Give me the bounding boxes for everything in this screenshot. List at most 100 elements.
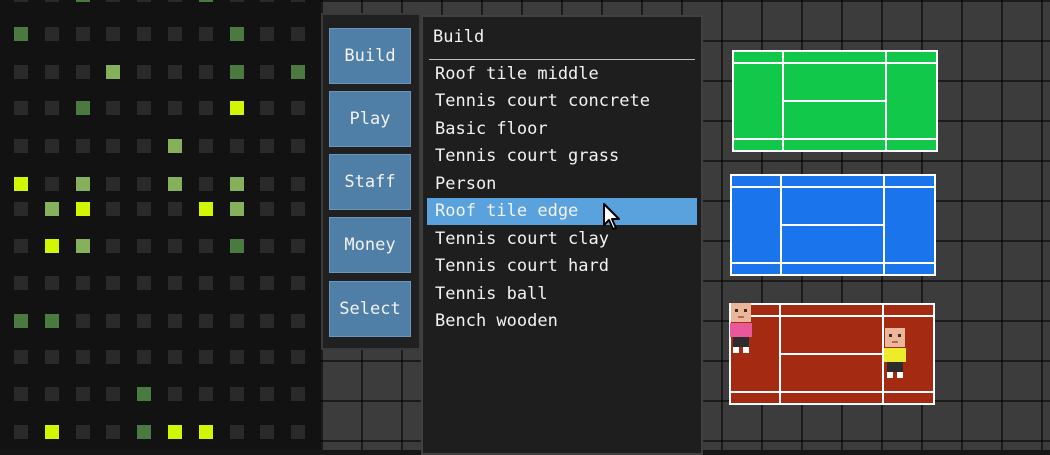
grid-cell [229,0,244,2]
money-button[interactable]: Money [329,217,411,273]
grid-cell [291,350,306,364]
build-item-basic-floor[interactable]: Basic floor [427,116,697,143]
grid-cell [75,350,90,364]
grid-cell [291,276,306,290]
grid-cell [260,425,275,439]
grid-cell [260,27,275,41]
grid-cell [198,425,213,439]
grid-cell [44,177,59,191]
build-item-bench-wooden[interactable]: Bench wooden [427,308,697,335]
main-menu: Build Play Staff Money Select [321,13,421,350]
court-hard[interactable] [730,174,936,276]
grid-cell [106,27,121,41]
grid-cell [75,314,90,328]
grid-cell [260,101,275,115]
grid-cell [137,202,152,216]
build-item-tennis-court-grass[interactable]: Tennis court grass [427,143,697,170]
grid-cell [260,65,275,79]
grid-cell [106,177,121,191]
build-item-tennis-court-clay[interactable]: Tennis court clay [427,226,697,253]
grid-cell [291,65,306,79]
grid-cell [106,139,121,153]
grid-cell [168,65,182,79]
player-pink-shirt [730,323,752,337]
build-item-roof-tile-edge[interactable]: Roof tile edge [427,198,697,225]
grid-cell [44,425,59,439]
grid-cell [260,314,275,328]
grid-cell [168,387,182,401]
build-list-divider [429,59,695,60]
grid-cell [44,27,59,41]
grid-cell [260,239,275,253]
grid-cell [75,276,90,290]
grid-cell [137,239,152,253]
grid-cell [75,65,90,79]
build-item-roof-tile-middle[interactable]: Roof tile middle [427,61,697,88]
grid-cell [14,314,28,328]
grid-cell [291,387,306,401]
grid-cell [198,239,213,253]
player-yellow-shirt [884,348,906,362]
grid-cell [198,101,213,115]
grid-cell [229,314,244,328]
grid-cell [168,314,182,328]
grid-cell [75,177,90,191]
grid-cell [291,139,306,153]
grid-cell [106,276,121,290]
grid-cell [106,314,121,328]
grid-cell [198,350,213,364]
grid-cell [260,0,275,2]
grid-cell [291,101,306,115]
grid-cell [14,0,28,2]
grid-cell [75,27,90,41]
grid-cell [137,177,152,191]
grid-cell [137,425,152,439]
grid-cell [14,177,28,191]
grid-cell [168,350,182,364]
grid-cell [198,314,213,328]
build-list-panel: Build Roof tile middle Tennis court conc… [421,15,703,455]
grid-cell [137,350,152,364]
grid-cell [137,314,152,328]
grid-cell [75,139,90,153]
player-pink[interactable] [728,303,754,355]
grid-cell [229,101,244,115]
grid-cell [229,27,244,41]
grid-cell [44,314,59,328]
grid-cell [168,276,182,290]
grid-cell [168,27,182,41]
grid-cell [14,27,28,41]
grid-cell [198,27,213,41]
staff-button[interactable]: Staff [329,154,411,210]
grid-cell [106,425,121,439]
grid-cell [44,387,59,401]
court-grass[interactable] [732,50,938,152]
build-item-tennis-court-concrete[interactable]: Tennis court concrete [427,88,697,115]
build-button[interactable]: Build [329,28,411,84]
select-button[interactable]: Select [329,281,411,337]
grid-cell [168,425,182,439]
grid-cell [198,65,213,79]
grid-cell [106,350,121,364]
grid-cell [106,101,121,115]
grid-cell [44,276,59,290]
grid-cell [198,139,213,153]
player-yellow[interactable] [882,328,908,380]
grid-cell [229,239,244,253]
grid-cell [168,0,182,2]
grid-cell [14,350,28,364]
build-item-tennis-court-hard[interactable]: Tennis court hard [427,253,697,280]
grid-cell [106,239,121,253]
play-button[interactable]: Play [329,91,411,147]
build-item-tennis-ball[interactable]: Tennis ball [427,281,697,308]
grid-cell [137,65,152,79]
grid-cell [137,0,152,2]
grid-cell [229,276,244,290]
grid-cell [291,202,306,216]
grid-cell [291,425,306,439]
grid-cell [14,65,28,79]
grid-cell [198,387,213,401]
grid-cell [44,101,59,115]
build-item-person[interactable]: Person [427,171,697,198]
grid-cell [260,202,275,216]
